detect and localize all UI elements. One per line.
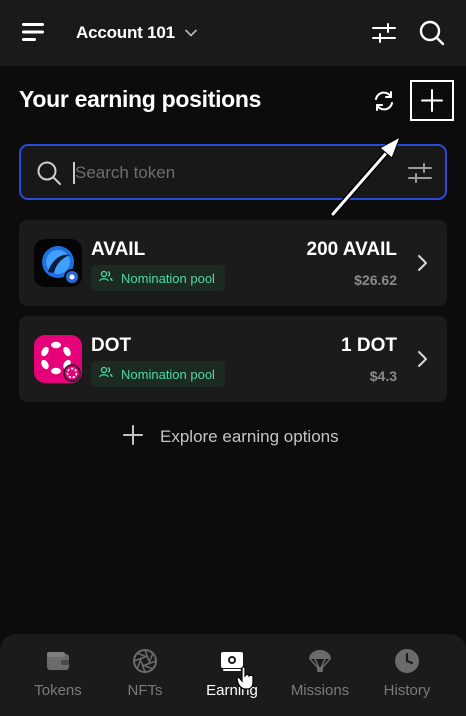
pool-type-label: Nomination pool xyxy=(121,270,215,286)
add-position-button[interactable] xyxy=(410,80,454,121)
filter-icon[interactable] xyxy=(407,160,433,186)
sliders-icon[interactable] xyxy=(371,20,397,46)
top-bar: Account 101 xyxy=(0,0,466,66)
hand-cursor-icon xyxy=(236,666,254,690)
nav-label: Missions xyxy=(290,682,350,699)
chevron-right-icon xyxy=(417,254,429,272)
search-input[interactable] xyxy=(75,156,395,190)
nav-history[interactable]: History xyxy=(367,648,447,708)
nav-earning[interactable]: Earning xyxy=(192,648,272,708)
position-card[interactable]: AVAIL Nomination pool 200 AVAIL $26.62 xyxy=(19,220,447,306)
fiat-value: $26.62 xyxy=(354,272,397,288)
staked-amount: 1 DOT xyxy=(341,335,397,356)
pool-type-label: Nomination pool xyxy=(121,366,215,382)
chevron-right-icon xyxy=(417,350,429,368)
avail-logo-icon xyxy=(34,239,82,287)
nav-label: Tokens xyxy=(34,682,82,699)
account-name: Account 101 xyxy=(76,23,175,42)
page-title: Your earning positions xyxy=(19,86,262,112)
reload-icon[interactable] xyxy=(371,88,397,114)
nav-missions[interactable]: Missions xyxy=(280,648,360,708)
nav-nfts[interactable]: NFTs xyxy=(105,648,185,708)
users-icon xyxy=(99,365,113,383)
parachute-icon xyxy=(307,648,333,674)
plus-icon xyxy=(122,424,144,451)
account-selector[interactable]: Account 101 xyxy=(76,20,197,46)
users-icon xyxy=(99,269,113,287)
nav-label: History xyxy=(383,682,431,699)
search-icon[interactable] xyxy=(418,19,446,47)
search-bar[interactable] xyxy=(19,144,447,200)
token-symbol: DOT xyxy=(91,335,132,356)
wallet-icon xyxy=(45,648,71,674)
plus-icon xyxy=(421,89,443,112)
search-icon xyxy=(36,160,62,186)
nav-label: NFTs xyxy=(127,682,163,699)
menu-icon[interactable] xyxy=(22,22,46,42)
clock-icon xyxy=(394,648,420,674)
nav-tokens[interactable]: Tokens xyxy=(18,648,98,708)
fiat-value: $4.3 xyxy=(369,368,397,384)
staked-amount: 200 AVAIL xyxy=(306,239,397,260)
explore-earning-button[interactable]: Explore earning options xyxy=(122,424,339,450)
position-card[interactable]: DOT Nomination pool 1 DOT $4.3 xyxy=(19,316,447,402)
explore-label: Explore earning options xyxy=(160,427,339,446)
bottom-navigation: Tokens NFTs Earning Missions History xyxy=(0,634,466,716)
pool-badge: Nomination pool xyxy=(91,361,225,387)
polkadot-logo-icon xyxy=(34,335,82,383)
chevron-down-icon xyxy=(185,24,197,42)
aperture-icon xyxy=(132,648,158,674)
token-symbol: AVAIL xyxy=(91,239,146,260)
pool-badge: Nomination pool xyxy=(91,265,225,291)
